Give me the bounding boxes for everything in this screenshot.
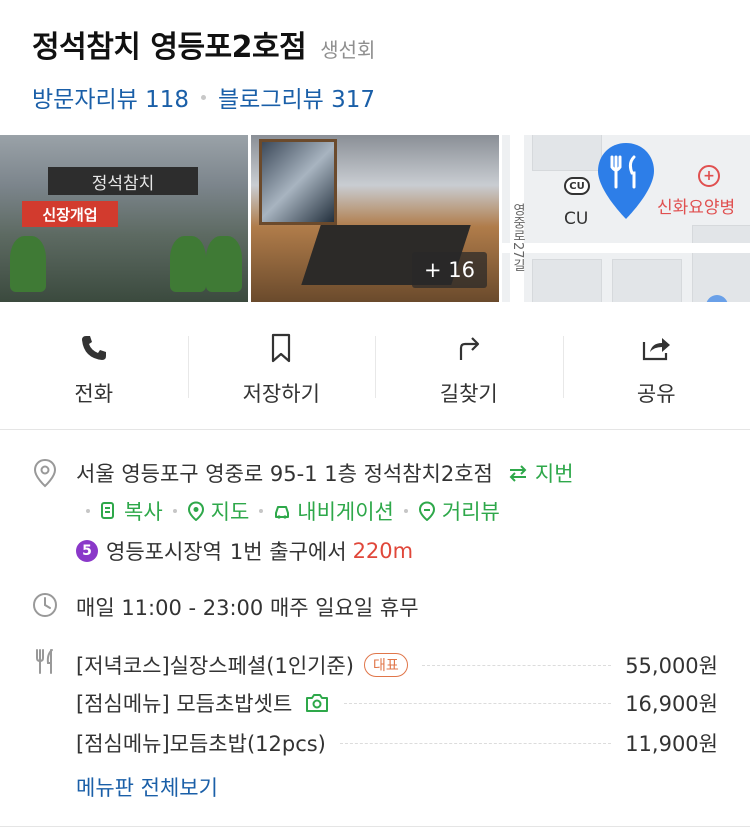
separator-dot	[403, 509, 408, 513]
store-sign: 정석참치	[48, 167, 198, 195]
storefront-photo[interactable]: 정석참치 신장개업	[0, 135, 248, 302]
street-view-label: 거리뷰	[441, 500, 500, 524]
subway-info: 5 영등포시장역 1번 출구에서 220m	[76, 536, 413, 566]
subway-distance: 220m	[352, 539, 414, 563]
copy-address-button[interactable]: 복사	[100, 496, 163, 526]
menu-item-price: 16,900원	[625, 692, 718, 716]
place-title: 정석참치 영등포2호점	[32, 30, 307, 65]
cu-store-label: CU	[564, 209, 589, 229]
menu-item-price: 11,900원	[625, 732, 718, 756]
menu-item-name: [저녁코스]실장스페셜(1인기준)	[76, 654, 354, 678]
hospital-label: 신화요양병	[657, 198, 736, 218]
directions-label: 길찾기	[439, 382, 498, 406]
subway-station: 영등포시장역	[106, 540, 222, 564]
map-block	[692, 225, 750, 302]
map-road	[502, 243, 750, 253]
menu-item-price: 55,000원	[625, 654, 718, 678]
map-label: 지도	[210, 500, 250, 524]
more-photos-badge[interactable]: + 16	[412, 252, 487, 288]
camera-icon	[306, 694, 329, 712]
subway-line-badge: 5	[76, 540, 98, 562]
menu-leader-dots	[421, 664, 612, 666]
blog-review-link[interactable]: 블로그리뷰 317	[218, 80, 375, 114]
map-road-label: 영중로27길	[510, 203, 525, 272]
street-view-icon	[418, 501, 435, 521]
map-pin-icon	[187, 501, 204, 521]
map-link[interactable]: 지도	[187, 496, 250, 526]
utensils-icon	[36, 649, 53, 674]
representative-badge: 대표	[363, 653, 408, 677]
restaurant-pin-icon	[598, 143, 654, 219]
place-category: 생선회	[320, 38, 376, 62]
menu-leader-dots	[344, 702, 612, 704]
interior-photo[interactable]: + 16	[251, 135, 499, 302]
address-text: 서울 영등포구 영중로 95-1 1층 정석참치2호점	[76, 462, 493, 486]
bookmark-icon	[272, 333, 291, 363]
business-hours: 매일 11:00 - 23:00 매주 일요일 휴무	[76, 596, 419, 620]
swap-icon	[509, 465, 527, 482]
directions-icon	[459, 337, 479, 360]
copy-icon	[101, 502, 114, 519]
photo-strip: 정석참치 신장개업 + 16 영중로27길 CU CU + 신화요양병	[0, 135, 750, 302]
section-divider	[0, 826, 750, 827]
map-block	[612, 259, 682, 302]
share-icon	[643, 338, 671, 361]
call-button[interactable]: 전화	[0, 302, 188, 429]
phone-icon	[81, 336, 106, 360]
subway-exit: 1번 출구에서	[229, 540, 347, 564]
share-button[interactable]: 공유	[562, 302, 750, 429]
visitor-review-link[interactable]: 방문자리뷰 118	[32, 80, 189, 114]
directions-button[interactable]: 길찾기	[375, 302, 563, 429]
jibun-toggle[interactable]: 지번	[507, 458, 574, 488]
save-label: 저장하기	[242, 382, 320, 406]
separator-dot	[201, 94, 207, 100]
street-view-link[interactable]: 거리뷰	[418, 496, 500, 526]
view-full-menu-link[interactable]: 메뉴판 전체보기	[76, 772, 218, 802]
call-label: 전화	[74, 382, 114, 406]
separator-dot	[259, 509, 264, 513]
share-label: 공유	[636, 382, 676, 406]
clock-icon	[33, 593, 57, 617]
cu-store-icon: CU	[564, 177, 590, 195]
action-bar: 전화 저장하기 길찾기 공유	[0, 302, 750, 430]
navigation-label: 내비게이션	[297, 500, 394, 524]
plant-decoration	[170, 236, 206, 292]
map-thumbnail[interactable]: 영중로27길 CU CU + 신화요양병	[502, 135, 750, 302]
menu-item-name: [점심메뉴] 모듬초밥셋트	[76, 692, 293, 716]
map-block	[532, 135, 602, 171]
copy-label: 복사	[124, 500, 163, 524]
separator-dot	[86, 509, 90, 513]
menu-leader-dots	[339, 742, 612, 744]
location-pin-icon	[33, 458, 57, 488]
plant-decoration	[10, 236, 46, 292]
map-block	[532, 259, 602, 302]
navigation-link[interactable]: 내비게이션	[273, 496, 394, 526]
separator-dot	[172, 509, 177, 513]
menu-item[interactable]: [점심메뉴]모듬초밥(12pcs) 11,900원	[76, 728, 718, 758]
plant-decoration	[206, 236, 242, 292]
menu-item[interactable]: [저녁코스]실장스페셜(1인기준) 대표 55,000원	[76, 650, 718, 680]
wall-painting	[259, 139, 337, 225]
place-header: 정석참치 영등포2호점 생선회 방문자리뷰 118 블로그리뷰 317	[32, 22, 730, 114]
hospital-icon: +	[698, 165, 720, 187]
jibun-label: 지번	[534, 462, 574, 486]
store-banner: 신장개업	[22, 201, 118, 227]
address-links: 복사 지도 내비게이션 거리뷰	[76, 496, 500, 526]
car-icon	[275, 506, 290, 519]
menu-item[interactable]: [점심메뉴] 모듬초밥셋트 16,900원	[76, 688, 718, 718]
menu-item-name: [점심메뉴]모듬초밥(12pcs)	[76, 732, 326, 756]
save-button[interactable]: 저장하기	[187, 302, 376, 429]
